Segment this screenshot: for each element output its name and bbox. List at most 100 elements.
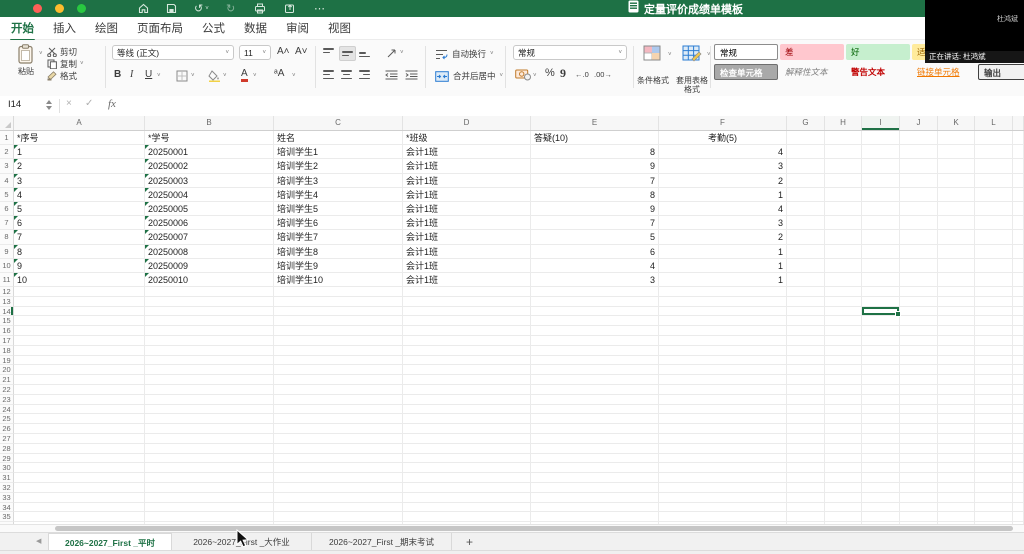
grid-cell[interactable]: [274, 326, 403, 337]
grid-cell[interactable]: 3: [659, 216, 787, 231]
row-header[interactable]: 28: [0, 443, 14, 454]
grid-cell[interactable]: [145, 473, 274, 483]
increase-decimal-button[interactable]: ←.0: [575, 70, 589, 79]
align-top-button[interactable]: [321, 46, 336, 59]
grid-cell[interactable]: [145, 453, 274, 464]
grid-cell[interactable]: [938, 355, 975, 366]
grid-cell[interactable]: [274, 336, 403, 346]
grid-cell[interactable]: [862, 375, 900, 386]
grid-cell[interactable]: [403, 394, 531, 405]
grid-cell[interactable]: [531, 414, 659, 425]
grid-cell[interactable]: [938, 145, 975, 160]
grid-cell[interactable]: [975, 173, 1013, 188]
grid-cell[interactable]: [787, 502, 825, 513]
grid-cell[interactable]: 培训学生10: [274, 272, 403, 288]
grid-cell[interactable]: 10: [14, 272, 145, 288]
grid-cell[interactable]: 4: [659, 201, 787, 217]
grid-cell[interactable]: [531, 473, 659, 483]
grid-cell[interactable]: [14, 483, 145, 493]
grid-cell[interactable]: [975, 216, 1013, 231]
grid-cell[interactable]: 7: [531, 216, 659, 231]
grid-cell[interactable]: [938, 443, 975, 454]
grid-cell[interactable]: [862, 201, 900, 217]
grid-cell[interactable]: [403, 443, 531, 454]
grid-cell[interactable]: [975, 414, 1013, 425]
grid-cell[interactable]: [403, 345, 531, 356]
comma-style-button[interactable]: 9: [560, 66, 566, 81]
grid-cell[interactable]: [403, 424, 531, 435]
row-header[interactable]: 21: [0, 375, 14, 386]
grid-cell[interactable]: [1013, 201, 1024, 217]
grid-cell[interactable]: [403, 483, 531, 493]
paste-chevron-icon[interactable]: ˅: [39, 51, 43, 57]
grid-cell[interactable]: [531, 512, 659, 523]
grid-cell[interactable]: 9: [531, 159, 659, 174]
grid-cell[interactable]: [938, 287, 975, 297]
grid-cell[interactable]: [1013, 306, 1024, 317]
font-color-button[interactable]: A: [241, 68, 248, 82]
grid-cell[interactable]: [274, 473, 403, 483]
column-header[interactable]: H: [825, 116, 862, 130]
grid-cell[interactable]: [975, 375, 1013, 386]
grid-cell[interactable]: [531, 326, 659, 337]
row-header[interactable]: 7: [0, 216, 14, 231]
grid-cell[interactable]: [938, 345, 975, 356]
grid-cell[interactable]: [938, 463, 975, 474]
grid-cell[interactable]: [825, 365, 862, 376]
grid-cell[interactable]: [1013, 365, 1024, 376]
grid-cell[interactable]: 2: [659, 230, 787, 245]
grid-cell[interactable]: [938, 201, 975, 217]
grid-cell[interactable]: [531, 492, 659, 503]
grid-cell[interactable]: 8: [14, 244, 145, 259]
grid-cell[interactable]: [862, 258, 900, 273]
grid-cell[interactable]: [659, 492, 787, 503]
grid-cell[interactable]: [145, 375, 274, 386]
grid-cell[interactable]: 20250009: [145, 258, 274, 273]
grid-cell[interactable]: [145, 512, 274, 523]
grid-cell[interactable]: [14, 463, 145, 474]
grid-cell[interactable]: [531, 404, 659, 415]
row-header[interactable]: 15: [0, 316, 14, 327]
minimize-window-button[interactable]: [55, 4, 64, 13]
grid-cell[interactable]: [145, 296, 274, 307]
grid-cell[interactable]: [975, 463, 1013, 474]
select-all-corner[interactable]: [0, 116, 14, 130]
grid-cell[interactable]: [975, 258, 1013, 273]
grid-cell[interactable]: [787, 326, 825, 337]
share-icon[interactable]: [284, 1, 296, 16]
cell-style-chip[interactable]: 检查单元格: [714, 64, 778, 80]
grid-cell[interactable]: [938, 502, 975, 513]
ribbon-tab[interactable]: 插入: [52, 17, 77, 39]
grid-cell[interactable]: [145, 306, 274, 317]
row-header[interactable]: 22: [0, 385, 14, 395]
grid-cell[interactable]: [825, 463, 862, 474]
align-bottom-button[interactable]: [357, 46, 372, 59]
grid-cell[interactable]: [975, 453, 1013, 464]
grid-cell[interactable]: [274, 375, 403, 386]
grid-cell[interactable]: [14, 306, 145, 317]
horizontal-scrollbar[interactable]: [0, 524, 1024, 532]
grid-cell[interactable]: 1: [14, 145, 145, 160]
row-header[interactable]: 29: [0, 453, 14, 464]
grid-cell[interactable]: [938, 483, 975, 493]
grid-cell[interactable]: [825, 326, 862, 337]
grid-cell[interactable]: [900, 287, 938, 297]
grid-cell[interactable]: [862, 316, 900, 327]
grid-cell[interactable]: [938, 159, 975, 174]
grid-cell[interactable]: [938, 453, 975, 464]
align-left-button[interactable]: [321, 68, 336, 81]
grid-cell[interactable]: [274, 453, 403, 464]
grid-cell[interactable]: [531, 463, 659, 474]
grid-cell[interactable]: [900, 272, 938, 288]
grid-cell[interactable]: [145, 336, 274, 346]
row-header[interactable]: 33: [0, 492, 14, 503]
grid-cell[interactable]: [938, 216, 975, 231]
sheet-tab[interactable]: 2026~2027_First _平时: [48, 533, 172, 551]
grid-cell[interactable]: [975, 483, 1013, 493]
grid-cell[interactable]: [659, 414, 787, 425]
grid-cell[interactable]: [403, 336, 531, 346]
grid-cell[interactable]: [900, 159, 938, 174]
conditional-formatting-label[interactable]: 条件格式: [628, 76, 678, 85]
grid-cell[interactable]: [900, 453, 938, 464]
grid-cell[interactable]: [825, 306, 862, 317]
